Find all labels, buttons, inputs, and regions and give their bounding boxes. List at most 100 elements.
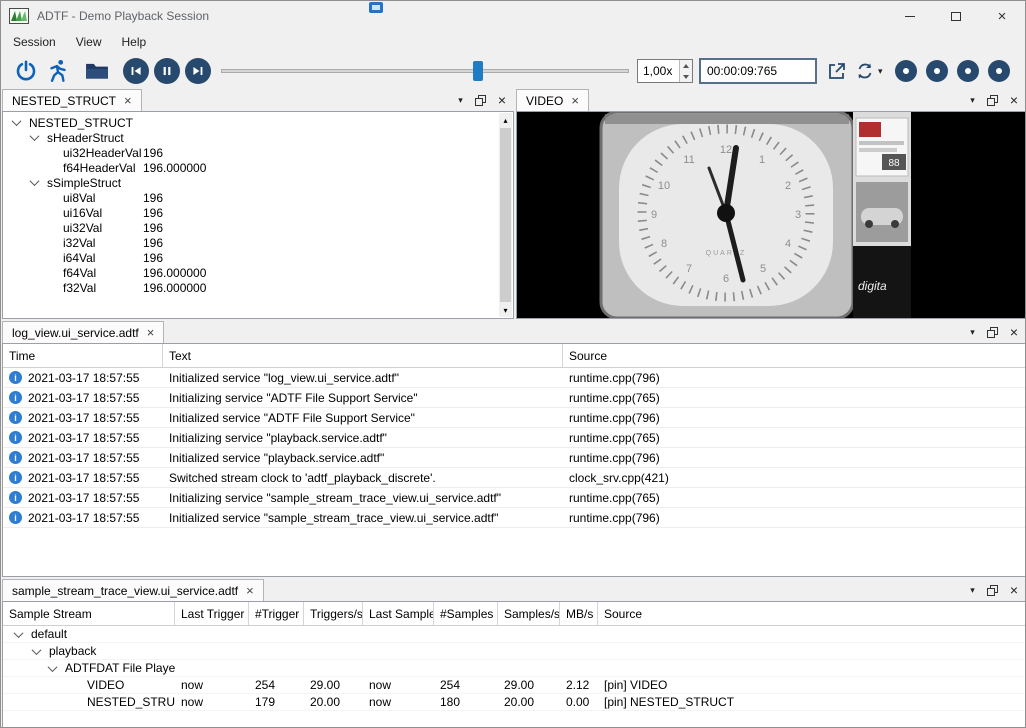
- speed-spinbox[interactable]: 1,00x: [637, 59, 693, 83]
- speed-value[interactable]: 1,00x: [638, 60, 679, 82]
- column-header-samples-count[interactable]: #Samples: [434, 602, 498, 625]
- trace-row[interactable]: ADTFDAT File Player: [3, 660, 1025, 677]
- close-panel-icon[interactable]: ×: [1010, 583, 1018, 597]
- tab-video[interactable]: VIDEO ×: [516, 89, 589, 111]
- float-panel-icon[interactable]: [987, 95, 998, 106]
- log-row[interactable]: i2021-03-17 18:57:55 Initializing servic…: [3, 388, 1025, 408]
- chevron-down-icon[interactable]: ▾: [458, 95, 463, 106]
- column-header-source[interactable]: Source: [563, 344, 1025, 367]
- playback-position-slider[interactable]: [221, 59, 629, 83]
- adtf-window: ADTF - Demo Playback Session × Session V…: [0, 0, 1026, 728]
- info-icon: i: [9, 511, 22, 524]
- maximize-button[interactable]: [933, 1, 979, 31]
- close-panel-icon[interactable]: ×: [498, 93, 506, 107]
- menu-help[interactable]: Help: [112, 32, 157, 52]
- tree-row[interactable]: NESTED_STRUCT: [3, 115, 513, 130]
- column-header-text[interactable]: Text: [163, 344, 563, 367]
- column-header-mb-per-s[interactable]: MB/s: [560, 602, 598, 625]
- trace-row[interactable]: NESTED_STRUCT now 179 20.00 now 180 20.0…: [3, 694, 1025, 711]
- close-panel-icon[interactable]: ×: [1010, 325, 1018, 339]
- trace-row[interactable]: default: [3, 626, 1025, 643]
- column-header-triggers-per-s[interactable]: Triggers/s: [304, 602, 363, 625]
- menu-session[interactable]: Session: [3, 32, 66, 52]
- minimize-button[interactable]: [887, 1, 933, 31]
- chevron-down-icon[interactable]: [12, 116, 22, 126]
- trace-panel: sample_stream_trace_view.ui_service.adtf…: [2, 579, 1026, 728]
- run-button[interactable]: [45, 58, 71, 84]
- tab-nested-struct[interactable]: NESTED_STRUCT ×: [2, 89, 142, 111]
- column-header-sample-stream[interactable]: Sample Stream: [3, 602, 175, 625]
- column-header-last-trigger[interactable]: Last Trigger: [175, 602, 249, 625]
- log-row[interactable]: i2021-03-17 18:57:55 Initialized service…: [3, 448, 1025, 468]
- tab-close-icon[interactable]: ×: [147, 326, 155, 339]
- tree-row[interactable]: i64Val196: [3, 250, 513, 265]
- marker-nav-button-4[interactable]: [988, 60, 1010, 82]
- column-header-time[interactable]: Time: [3, 344, 163, 367]
- trace-row[interactable]: VIDEO now 254 29.00 now 254 29.00 2.12 […: [3, 677, 1025, 694]
- log-row[interactable]: i2021-03-17 18:57:55 Initializing servic…: [3, 428, 1025, 448]
- chevron-down-icon[interactable]: [14, 628, 24, 638]
- tree-row[interactable]: ui32HeaderVal196: [3, 145, 513, 160]
- tab-close-icon[interactable]: ×: [124, 94, 132, 107]
- scroll-down-icon[interactable]: ▾: [499, 303, 512, 317]
- spin-down-button[interactable]: [680, 71, 692, 82]
- float-panel-icon[interactable]: [987, 585, 998, 596]
- column-header-last-sample[interactable]: Last Sample: [363, 602, 434, 625]
- power-button[interactable]: [13, 58, 39, 84]
- spin-up-button[interactable]: [680, 60, 692, 71]
- column-header-source[interactable]: Source: [598, 602, 1025, 625]
- loop-button[interactable]: ▾: [855, 61, 883, 81]
- column-header-trigger-count[interactable]: #Trigger: [249, 602, 304, 625]
- slider-track[interactable]: [221, 69, 629, 73]
- slider-handle[interactable]: [473, 61, 483, 81]
- chevron-down-icon[interactable]: ▾: [970, 327, 975, 338]
- chevron-down-icon[interactable]: [32, 645, 42, 655]
- close-button[interactable]: ×: [979, 1, 1025, 31]
- vertical-scrollbar[interactable]: ▴ ▾: [499, 113, 512, 317]
- tree-row[interactable]: sHeaderStruct: [3, 130, 513, 145]
- float-panel-icon[interactable]: [475, 95, 486, 106]
- log-row[interactable]: i2021-03-17 18:57:55 Switched stream clo…: [3, 468, 1025, 488]
- log-row[interactable]: i2021-03-17 18:57:55 Initialized service…: [3, 508, 1025, 528]
- tab-log-view[interactable]: log_view.ui_service.adtf ×: [2, 321, 164, 343]
- tree-row[interactable]: ui32Val196: [3, 220, 513, 235]
- tree-row[interactable]: f64HeaderVal196.000000: [3, 160, 513, 175]
- scrollbar-thumb[interactable]: [500, 128, 511, 302]
- tree-row[interactable]: f64Val196.000000: [3, 265, 513, 280]
- pause-button[interactable]: [154, 58, 180, 84]
- tree-row[interactable]: sSimpleStruct: [3, 175, 513, 190]
- chevron-down-icon[interactable]: ▾: [970, 95, 975, 106]
- close-panel-icon[interactable]: ×: [1010, 93, 1018, 107]
- log-source: runtime.cpp(765): [563, 391, 1025, 405]
- menu-view[interactable]: View: [66, 32, 112, 52]
- tree-row[interactable]: i32Val196: [3, 235, 513, 250]
- log-text: Initialized service "sample_stream_trace…: [163, 511, 563, 525]
- tree-row[interactable]: ui8Val196: [3, 190, 513, 205]
- tree-row[interactable]: f32Val196.000000: [3, 280, 513, 295]
- float-panel-icon[interactable]: [987, 327, 998, 338]
- detach-button[interactable]: [827, 61, 847, 81]
- marker-nav-button-2[interactable]: [926, 60, 948, 82]
- log-row[interactable]: i2021-03-17 18:57:55 Initialized service…: [3, 408, 1025, 428]
- chevron-down-icon[interactable]: [48, 662, 58, 672]
- skip-to-start-button[interactable]: [123, 58, 149, 84]
- tree-row[interactable]: ui16Val196: [3, 205, 513, 220]
- scroll-up-icon[interactable]: ▴: [499, 113, 512, 127]
- time-display[interactable]: 00:00:09:765: [699, 58, 817, 84]
- marker-nav-button-3[interactable]: [957, 60, 979, 82]
- marker-nav-button-1[interactable]: [895, 60, 917, 82]
- info-icon: i: [9, 451, 22, 464]
- tab-trace-view[interactable]: sample_stream_trace_view.ui_service.adtf…: [2, 579, 264, 601]
- chevron-down-icon[interactable]: ▾: [970, 585, 975, 596]
- log-row[interactable]: i2021-03-17 18:57:55 Initializing servic…: [3, 488, 1025, 508]
- log-time: 2021-03-17 18:57:55: [28, 451, 139, 465]
- log-row[interactable]: i2021-03-17 18:57:55 Initialized service…: [3, 368, 1025, 388]
- open-session-button[interactable]: [85, 61, 109, 81]
- skip-to-end-button[interactable]: [185, 58, 211, 84]
- trace-row[interactable]: playback: [3, 643, 1025, 660]
- chevron-down-icon[interactable]: [30, 176, 40, 186]
- column-header-samples-per-s[interactable]: Samples/s: [498, 602, 560, 625]
- chevron-down-icon[interactable]: [30, 131, 40, 141]
- tab-close-icon[interactable]: ×: [571, 94, 579, 107]
- tab-close-icon[interactable]: ×: [246, 584, 254, 597]
